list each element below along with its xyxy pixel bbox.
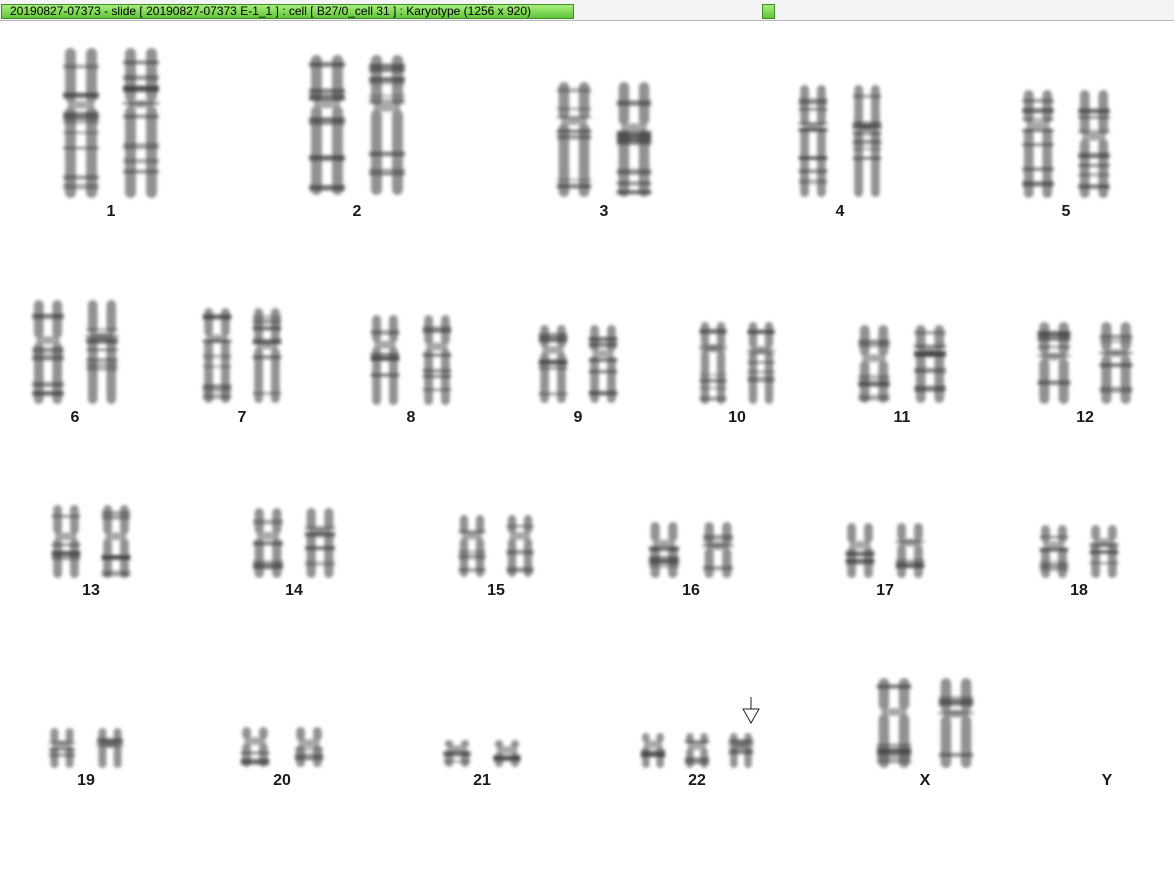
chromosome-pair-image xyxy=(648,522,734,578)
chromosome xyxy=(458,515,486,577)
chromosome xyxy=(556,82,592,197)
chromosome-pair-image xyxy=(240,727,324,767)
chromosome xyxy=(728,733,754,768)
chromosome xyxy=(858,325,890,403)
title-slider-handle[interactable] xyxy=(762,4,775,19)
chromosome-label: 5 xyxy=(1061,203,1071,220)
chromosome-pair-image xyxy=(51,505,131,578)
chromosome xyxy=(845,523,875,578)
chromosome xyxy=(747,322,775,404)
chromosome-pair-image xyxy=(1022,90,1110,198)
chromosome xyxy=(1037,322,1071,404)
chromosome xyxy=(369,55,405,195)
chromosome xyxy=(895,523,925,578)
chromosome-pair-image xyxy=(458,515,534,577)
chromosome xyxy=(640,733,666,768)
chromosome-pair-image xyxy=(252,508,336,578)
chromosome-label: 8 xyxy=(406,409,416,426)
chromosome-label: 19 xyxy=(77,772,95,789)
chromosome xyxy=(86,300,118,404)
chromosome-label: 21 xyxy=(473,772,491,789)
chromosome xyxy=(1022,90,1054,198)
chromosome-label: 11 xyxy=(893,409,911,426)
chromosome-label: 3 xyxy=(599,203,609,220)
chromosome-pair-image xyxy=(309,55,405,195)
chromosome xyxy=(852,85,882,197)
chromosome-label: 20 xyxy=(273,772,291,789)
chromosome-pair-image xyxy=(202,308,282,403)
chromosome-label: 15 xyxy=(487,582,505,599)
chromosome-label: 7 xyxy=(237,409,247,426)
chromosome xyxy=(97,728,123,768)
chromosome-label: 9 xyxy=(573,409,583,426)
chromosome-pair-image xyxy=(640,733,754,768)
down-arrow-icon xyxy=(742,697,760,725)
chromosome xyxy=(1089,525,1119,578)
chromosome-label: 6 xyxy=(70,409,80,426)
chromosome-pair-image xyxy=(876,678,974,768)
chromosome xyxy=(538,325,568,403)
chromosome-pair-image xyxy=(556,82,652,197)
chromosome xyxy=(798,85,828,197)
chromosome xyxy=(493,740,521,767)
chromosome xyxy=(309,55,345,195)
chromosome-label: 12 xyxy=(1076,409,1094,426)
chromosome xyxy=(588,325,618,403)
chromosome-pair-image xyxy=(858,325,946,403)
chromosome-pair-image xyxy=(49,728,123,768)
chromosome-pair-image xyxy=(1037,322,1133,404)
chromosome-pair-image xyxy=(538,325,618,403)
chromosome-label: Y xyxy=(1101,772,1113,789)
chromosome-label: 14 xyxy=(285,582,303,599)
chromosome xyxy=(443,740,471,767)
chromosome xyxy=(123,48,159,198)
chromosome-pair-image xyxy=(443,740,521,767)
chromosome xyxy=(304,508,336,578)
window-title-bar: 20190827-07373 - slide [ 20190827-07373 … xyxy=(0,0,1174,21)
chromosome-pair-image xyxy=(32,300,118,404)
chromosome-label: X xyxy=(919,772,931,789)
chromosome xyxy=(240,727,270,767)
chromosome xyxy=(506,515,534,577)
chromosome xyxy=(252,508,284,578)
chromosome xyxy=(616,82,652,197)
chromosome xyxy=(1099,322,1133,404)
chromosome-label: 1 xyxy=(106,203,116,220)
chromosome-pair-image xyxy=(63,48,159,198)
chromosome xyxy=(101,505,131,578)
chromosome xyxy=(51,505,81,578)
chromosome xyxy=(63,48,99,198)
chromosome-label: 17 xyxy=(876,582,894,599)
chromosome xyxy=(1039,525,1069,578)
chromosome-label: 13 xyxy=(82,582,100,599)
chromosome xyxy=(202,308,232,403)
chromosome xyxy=(32,300,64,404)
chromosome-label: 4 xyxy=(835,203,845,220)
chromosome xyxy=(49,728,75,768)
chromosome-pair-image xyxy=(699,322,775,404)
window-title: 20190827-07373 - slide [ 20190827-07373 … xyxy=(10,4,532,18)
chromosome xyxy=(684,733,710,768)
chromosome-label: 22 xyxy=(688,772,706,789)
chromosome xyxy=(938,678,974,768)
chromosome-pair-image xyxy=(1039,525,1119,578)
chromosome-pair-image xyxy=(798,85,882,197)
chromosome xyxy=(422,315,452,405)
chromosome xyxy=(252,308,282,403)
chromosome-label: 2 xyxy=(352,203,362,220)
chromosome xyxy=(914,325,946,403)
chromosome xyxy=(294,727,324,767)
chromosome-pair-image xyxy=(370,315,452,405)
chromosome xyxy=(876,678,912,768)
chromosome-label: 16 xyxy=(682,582,700,599)
chromosome xyxy=(699,322,727,404)
chromosome-label: 10 xyxy=(728,409,746,426)
chromosome-pair-image xyxy=(845,523,925,578)
chromosome xyxy=(1078,90,1110,198)
chromosome xyxy=(648,522,680,578)
chromosome xyxy=(370,315,400,405)
chromosome-label: 18 xyxy=(1070,582,1088,599)
chromosome xyxy=(702,522,734,578)
